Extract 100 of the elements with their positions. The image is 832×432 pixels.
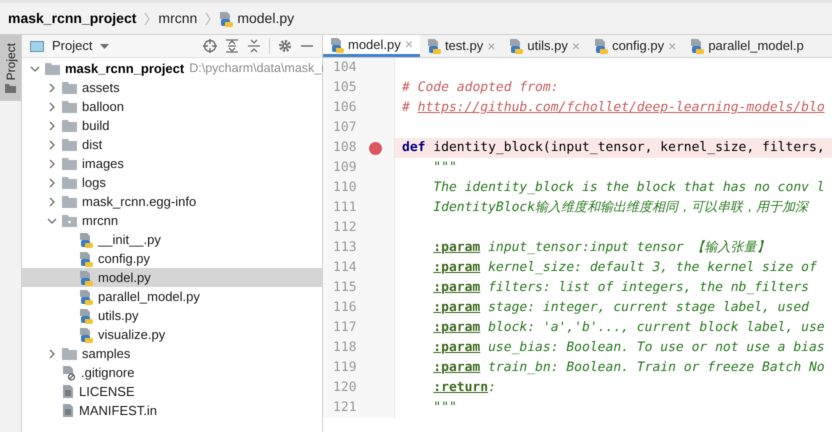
tree-label: parallel_model.py <box>98 288 200 306</box>
python-file-icon <box>79 232 93 248</box>
folder-icon <box>62 100 77 112</box>
python-file-icon <box>79 250 93 266</box>
tree-row[interactable]: visualize.py <box>22 325 322 344</box>
chevron-down-icon[interactable] <box>47 216 57 226</box>
breadcrumb-item[interactable]: mrcnn <box>158 8 198 29</box>
code-line: :param stage: integer, current stage label, used <box>432 299 809 318</box>
line-number: 120 <box>332 379 357 398</box>
line-number: 110 <box>332 179 357 198</box>
chevron-down-icon[interactable] <box>30 64 40 74</box>
separator-icon <box>205 12 212 26</box>
tree-row[interactable]: config.py <box>22 249 322 268</box>
breakpoint-icon[interactable] <box>368 142 382 154</box>
settings-icon[interactable] <box>278 39 292 53</box>
python-file-icon <box>79 270 93 286</box>
code-line: :param filters: list of integers, the nb_filters <box>432 279 809 298</box>
line-number: 111 <box>332 199 357 218</box>
line-number: 108 <box>332 139 357 158</box>
code-line: # https://github.com/fchollet/deep-learning-models/blo <box>402 99 825 118</box>
python-file-icon <box>594 38 608 54</box>
separator-icon <box>144 12 150 26</box>
chevron-right-icon[interactable] <box>47 348 57 358</box>
tree-label: model.py <box>98 268 151 287</box>
folder-icon <box>62 348 77 360</box>
text-file-icon <box>62 403 74 418</box>
line-number: 114 <box>332 259 357 278</box>
line-number: 109 <box>332 159 357 178</box>
tree-label: LICENSE <box>79 382 135 401</box>
tree-label: images <box>82 154 124 173</box>
editor-tab[interactable]: config.py × <box>587 35 684 57</box>
breadcrumb-item[interactable]: model.py <box>219 8 294 29</box>
line-number: 107 <box>332 119 357 138</box>
line-number: 105 <box>332 79 357 98</box>
folder-icon <box>62 138 77 150</box>
tree-row[interactable]: model.py <box>22 268 322 287</box>
python-file-icon <box>79 326 93 342</box>
tree-label: __init__.py <box>98 230 161 249</box>
line-number: 119 <box>332 359 357 378</box>
tree-label: balloon <box>82 98 124 116</box>
tree-label: MANIFEST.in <box>79 402 158 420</box>
tree-row[interactable]: images <box>22 154 322 173</box>
code-line: :param block: 'a','b'..., current block label, use <box>432 319 825 338</box>
line-number: 115 <box>332 279 357 298</box>
panel-title[interactable]: Project <box>52 36 92 56</box>
editor-tab[interactable]: model.py × <box>323 35 420 57</box>
window-icon <box>30 40 44 52</box>
tree-label: mask_rcnn.egg-info <box>82 192 196 211</box>
tree-label: config.py <box>98 250 150 268</box>
folder-icon <box>5 84 16 94</box>
editor-tab[interactable]: test.py × <box>420 35 502 57</box>
tree-label: utils.py <box>98 306 138 325</box>
project-tool-tab[interactable]: Project <box>0 35 21 102</box>
tree-label: dist <box>82 136 102 154</box>
tree-row[interactable]: balloon <box>22 97 322 116</box>
tree-row[interactable]: __init__.py <box>22 230 322 249</box>
tree-row[interactable]: LICENSE <box>22 382 322 401</box>
line-number: 106 <box>332 99 357 118</box>
tree-row[interactable]: dist <box>22 135 322 154</box>
python-file-icon <box>330 36 344 52</box>
line-number: 117 <box>332 319 357 338</box>
expand-all-icon[interactable] <box>225 39 239 53</box>
tree-label: assets <box>82 78 120 97</box>
python-file-icon <box>219 10 234 26</box>
breadcrumb-item[interactable]: mask_rcnn_project <box>8 8 136 29</box>
tree-row[interactable]: parallel_model.py <box>22 287 322 306</box>
python-file-icon <box>426 38 441 54</box>
editor-tab[interactable]: parallel_model.p <box>683 35 811 57</box>
python-file-icon <box>79 288 93 304</box>
code-line: def identity_block(input_tensor, kernel_size, filters, <box>402 139 825 158</box>
tree-row[interactable]: mask_rcnn.egg-info <box>22 192 322 211</box>
folder-icon <box>45 62 60 74</box>
tree-row[interactable]: MANIFEST.in <box>22 401 322 420</box>
package-folder-icon <box>62 214 77 226</box>
code-line: :return: <box>432 379 496 398</box>
tree-row[interactable]: mrcnn <box>22 211 322 230</box>
line-number: 104 <box>332 59 357 78</box>
code-line: The identity_block is the block that has no conv l <box>432 179 825 198</box>
folder-icon <box>62 82 77 94</box>
code-line: IdentityBlock输入维度和输出维度相同，可以串联，用于加深 <box>432 199 808 218</box>
code-line: """ <box>432 399 457 418</box>
line-number: 116 <box>332 299 357 318</box>
editor-tab[interactable]: utils.py × <box>502 35 588 57</box>
tree-row[interactable]: build <box>22 116 322 135</box>
folder-icon <box>62 176 77 188</box>
tree-label: mrcnn <box>82 212 118 230</box>
tree-row[interactable]: logs <box>22 173 322 192</box>
tree-label: visualize.py <box>98 326 166 344</box>
tree-row[interactable]: assets <box>22 78 322 97</box>
line-number: 112 <box>332 219 357 238</box>
python-file-icon <box>509 38 524 54</box>
tree-label: mask_rcnn_project <box>65 60 184 78</box>
crosshair-icon[interactable] <box>203 39 217 53</box>
collapse-all-icon[interactable] <box>247 39 261 53</box>
code-line: :param use_bias: Boolean. To use or not use a bias <box>432 339 825 358</box>
tree-row[interactable]: .gitignore <box>22 363 322 382</box>
dropdown-caret-icon[interactable] <box>100 44 110 48</box>
tree-row[interactable]: utils.py <box>22 306 322 325</box>
tree-row[interactable]: samples <box>22 344 322 363</box>
tree-label: .gitignore <box>81 364 134 382</box>
